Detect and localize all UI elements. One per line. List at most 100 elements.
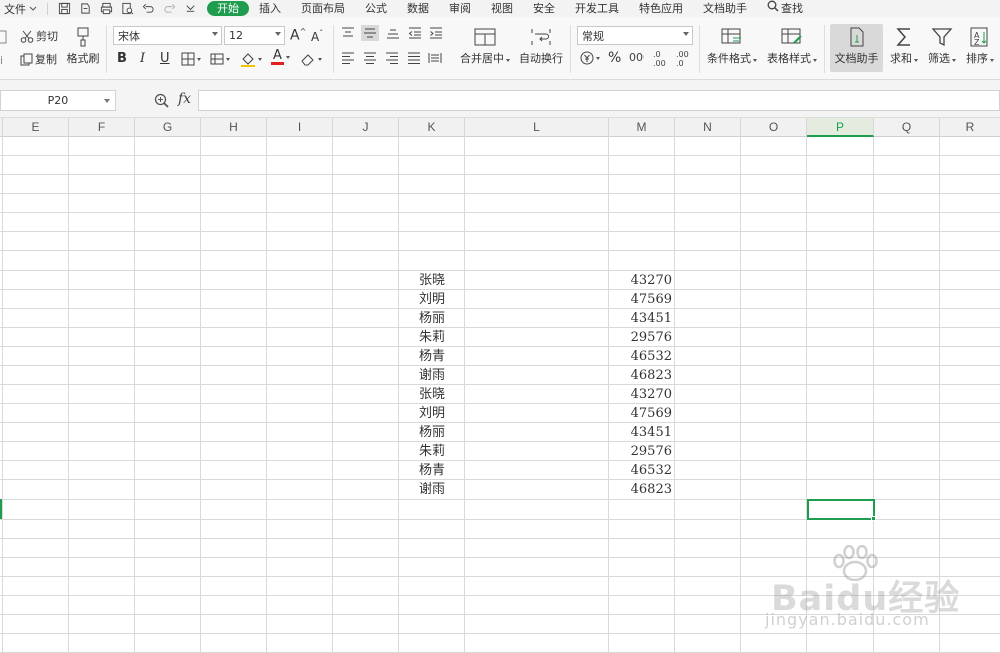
- tab-view[interactable]: 视图: [481, 0, 523, 17]
- tab-security[interactable]: 安全: [523, 0, 565, 17]
- column-header-j[interactable]: J: [333, 118, 399, 137]
- sum-button[interactable]: 求和: [888, 24, 920, 66]
- table-cell-value[interactable]: 43451: [609, 423, 675, 442]
- justify-button[interactable]: [407, 52, 421, 64]
- font-color-button[interactable]: A: [271, 49, 290, 65]
- clear-button[interactable]: [300, 52, 322, 66]
- column-header-l[interactable]: L: [465, 118, 609, 137]
- tab-doc-assistant[interactable]: 文档助手: [693, 0, 757, 17]
- search-button[interactable]: 查找: [757, 0, 813, 17]
- wrap-text-button[interactable]: 自动换行: [518, 24, 564, 66]
- table-cell-name[interactable]: 杨青: [399, 347, 465, 366]
- redo-icon[interactable]: [162, 1, 177, 16]
- table-cell-value[interactable]: 47569: [609, 404, 675, 423]
- table-cell-name[interactable]: 朱莉: [399, 442, 465, 461]
- align-top-button[interactable]: [341, 27, 355, 39]
- file-menu[interactable]: 文件: [0, 1, 41, 17]
- decrease-decimal-button[interactable]: .00.0: [675, 49, 691, 67]
- table-cell-value[interactable]: 29576: [609, 328, 675, 347]
- filter-button[interactable]: 筛选: [925, 24, 959, 66]
- fill-color-button[interactable]: [240, 51, 262, 67]
- active-cell-p20[interactable]: [807, 499, 876, 521]
- doc-assistant-button[interactable]: 文档助手: [830, 24, 883, 72]
- table-cell-value[interactable]: 47569: [609, 290, 675, 309]
- percent-button[interactable]: %: [608, 50, 621, 66]
- underline-button[interactable]: U: [160, 51, 170, 66]
- table-cell-name[interactable]: 刘明: [399, 404, 465, 423]
- tab-insert[interactable]: 插入: [249, 0, 291, 17]
- tab-special-features[interactable]: 特色应用: [629, 0, 693, 17]
- borders-button[interactable]: [181, 52, 201, 66]
- align-left-button[interactable]: [341, 52, 355, 64]
- column-header-i[interactable]: I: [267, 118, 333, 137]
- column-header-g[interactable]: G: [135, 118, 201, 137]
- print-icon[interactable]: [99, 1, 114, 16]
- column-header-m[interactable]: M: [609, 118, 675, 137]
- table-cell-value[interactable]: 46823: [609, 480, 675, 499]
- output-pdf-icon[interactable]: [78, 1, 93, 16]
- merge-center-button[interactable]: 合并居中: [458, 24, 512, 66]
- table-cell-name[interactable]: 谢雨: [399, 480, 465, 499]
- save-icon[interactable]: [57, 1, 72, 16]
- customize-toolbar-icon[interactable]: [183, 1, 198, 16]
- paste-button[interactable]: [0, 29, 8, 45]
- column-header-f[interactable]: F: [69, 118, 135, 137]
- align-bottom-button[interactable]: [386, 27, 400, 39]
- table-cell-value[interactable]: 43451: [609, 309, 675, 328]
- print-preview-icon[interactable]: [120, 1, 135, 16]
- formula-input[interactable]: [198, 90, 1000, 111]
- number-format-select[interactable]: 常规: [577, 26, 693, 45]
- conditional-format-button[interactable]: 条件格式: [705, 24, 759, 66]
- increase-indent-button[interactable]: [429, 27, 443, 39]
- decrease-font-button[interactable]: Aˇ: [311, 29, 323, 44]
- table-cell-name[interactable]: 谢雨: [399, 366, 465, 385]
- fill-handle[interactable]: [871, 516, 876, 521]
- column-header-h[interactable]: H: [201, 118, 267, 137]
- column-header-k[interactable]: K: [399, 118, 465, 137]
- tab-home[interactable]: 开始: [207, 1, 249, 16]
- tab-developer[interactable]: 开发工具: [565, 0, 629, 17]
- table-style-button[interactable]: 表格样式: [764, 24, 820, 66]
- tab-page-layout[interactable]: 页面布局: [291, 0, 355, 17]
- table-cell-value[interactable]: 29576: [609, 442, 675, 461]
- copy-button[interactable]: 复制: [20, 51, 57, 67]
- column-header-n[interactable]: N: [675, 118, 741, 137]
- increase-font-button[interactable]: A^: [290, 27, 306, 44]
- table-cell-value[interactable]: 46532: [609, 461, 675, 480]
- cut-button[interactable]: 剪切: [20, 28, 58, 44]
- distributed-button[interactable]: [428, 52, 442, 64]
- tab-formulas[interactable]: 公式: [355, 0, 397, 17]
- bold-button[interactable]: B: [117, 51, 127, 66]
- fill-pattern-button[interactable]: [210, 52, 230, 66]
- table-cell-name[interactable]: 张晓: [399, 385, 465, 404]
- decrease-indent-button[interactable]: [408, 27, 422, 39]
- tab-review[interactable]: 审阅: [439, 0, 481, 17]
- table-cell-name[interactable]: 张晓: [399, 271, 465, 290]
- column-header-e[interactable]: E: [3, 118, 69, 137]
- table-cell-value[interactable]: 43270: [609, 271, 675, 290]
- table-cell-value[interactable]: 46823: [609, 366, 675, 385]
- table-cell-name[interactable]: 刘明: [399, 290, 465, 309]
- table-cell-name[interactable]: 杨丽: [399, 423, 465, 442]
- table-cell-name[interactable]: 杨青: [399, 461, 465, 480]
- name-box[interactable]: P20: [0, 90, 116, 111]
- table-cell-name[interactable]: 朱莉: [399, 328, 465, 347]
- insert-function-button[interactable]: fx: [178, 91, 191, 107]
- align-middle-button[interactable]: [361, 25, 379, 41]
- table-cell-value[interactable]: 43270: [609, 385, 675, 404]
- font-size-select[interactable]: 12: [224, 26, 285, 45]
- increase-decimal-button[interactable]: .0.00: [652, 49, 668, 67]
- table-cell-name[interactable]: 杨丽: [399, 309, 465, 328]
- align-right-button[interactable]: [385, 52, 399, 64]
- paste-dropdown[interactable]: ⅰ: [0, 54, 3, 67]
- format-painter-button[interactable]: 格式刷: [64, 24, 102, 66]
- italic-button[interactable]: I: [140, 51, 145, 66]
- spreadsheet-grid[interactable]: 张晓 43270 刘明 47569 杨丽 43451 朱莉 29576 杨青 4…: [0, 137, 1000, 653]
- currency-button[interactable]: [580, 51, 600, 65]
- column-header-r[interactable]: R: [940, 118, 1000, 137]
- column-header-o[interactable]: O: [741, 118, 807, 137]
- tab-data[interactable]: 数据: [397, 0, 439, 17]
- font-name-select[interactable]: 宋体: [113, 26, 222, 45]
- undo-icon[interactable]: [141, 1, 156, 16]
- sort-button[interactable]: AZ 排序: [962, 24, 998, 66]
